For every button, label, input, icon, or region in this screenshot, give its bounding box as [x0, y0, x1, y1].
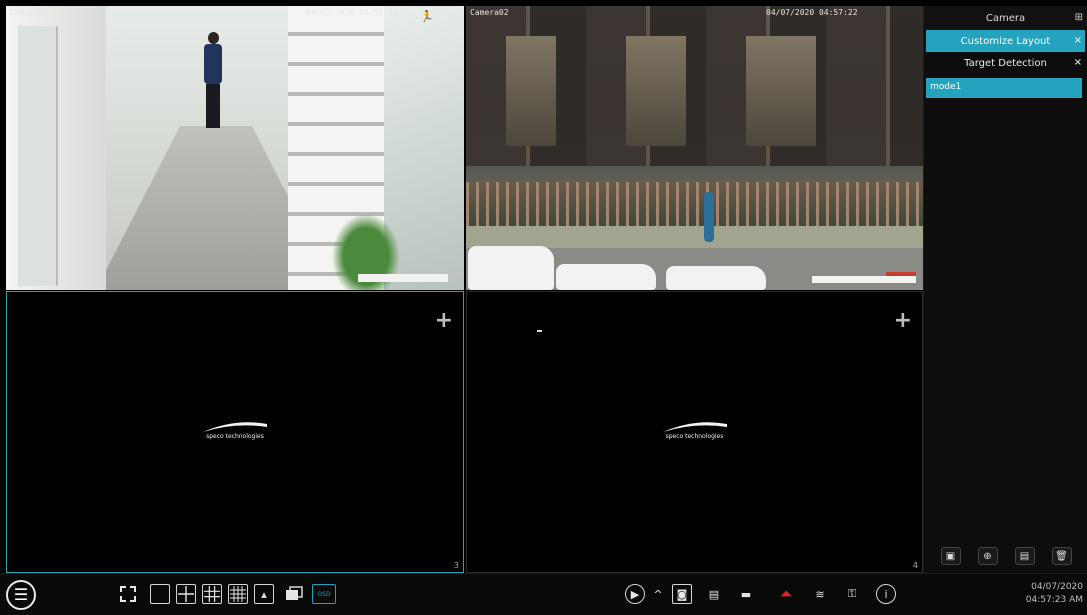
nine-layout-icon[interactable]: [202, 584, 222, 604]
add-icon[interactable]: ⊕: [977, 547, 998, 565]
layout-list: mode1: [926, 78, 1085, 98]
side-panel: Camera ⊞ Customize Layout × Target Detec…: [923, 6, 1087, 573]
disk-icon[interactable]: ≋: [810, 584, 830, 604]
network-icon[interactable]: ⚿: [842, 584, 862, 604]
add-camera-button[interactable]: +: [894, 310, 912, 332]
menu-icon[interactable]: ☰: [6, 580, 36, 610]
bottom-toolbar: ☰ ▴ OSD ▶ ^ ◙ ▤ ▬ ⏶ ≋ ⚿ i 04/07/2020 04:…: [0, 573, 1087, 615]
speco-logo: speco technologies: [195, 418, 275, 446]
fullscreen-icon[interactable]: [118, 584, 138, 604]
record-icon[interactable]: ▤: [704, 584, 724, 604]
target-detection-tab[interactable]: Target Detection ×: [926, 52, 1085, 74]
layout-icon[interactable]: ▤: [1014, 547, 1035, 565]
logo-text: speco technologies: [206, 433, 264, 440]
camera-tile-4[interactable]: + speco technologies 4: [466, 291, 923, 573]
camera-feed-1: 🏃: [6, 6, 464, 290]
single-layout-icon[interactable]: [150, 584, 170, 604]
info-icon[interactable]: i: [876, 584, 896, 604]
camera-timestamp: 04/07/2020 04:57:22: [766, 8, 858, 17]
close-icon[interactable]: ×: [1074, 57, 1082, 68]
customize-layout-tab[interactable]: Customize Layout ×: [926, 30, 1085, 52]
save-icon[interactable]: ▣: [940, 547, 961, 565]
clock: 04/07/2020 04:57:23 AM: [1026, 581, 1083, 607]
camera-tile-3[interactable]: + speco technologies 3: [6, 291, 464, 573]
quad-layout-icon[interactable]: [176, 584, 196, 604]
pin-icon[interactable]: ⊞: [1075, 12, 1083, 23]
tile-number: 3: [453, 561, 459, 570]
osd-button[interactable]: OSD: [312, 584, 336, 604]
close-icon[interactable]: ×: [1074, 35, 1082, 46]
chevron-up-icon[interactable]: ^: [648, 584, 668, 604]
delete-icon[interactable]: 🗑: [1051, 547, 1072, 565]
camera-feed-2: [466, 6, 923, 290]
panel-header[interactable]: Camera ⊞: [924, 6, 1087, 30]
layout-item[interactable]: mode1: [926, 78, 1082, 98]
camera-icon[interactable]: ▬: [736, 584, 756, 604]
sixteen-layout-icon[interactable]: [228, 584, 248, 604]
target-detection-label: Target Detection: [964, 57, 1047, 69]
playback-icon[interactable]: ▶: [625, 584, 645, 604]
clock-time: 04:57:23 AM: [1025, 595, 1083, 605]
logo-text: speco technologies: [665, 433, 724, 440]
tile-number: 4: [912, 561, 918, 570]
alarm-icon[interactable]: ⏶: [776, 584, 796, 604]
cursor-mark: [537, 330, 542, 332]
motion-alert-icon: 🏃: [420, 10, 434, 23]
add-camera-button[interactable]: +: [435, 310, 453, 332]
customize-layout-label: Customize Layout: [960, 35, 1051, 47]
panel-title: Camera: [985, 12, 1026, 24]
camera-tile-2[interactable]: Camera02 04/07/2020 04:57:22: [466, 6, 923, 290]
speco-logo: speco technologies: [655, 418, 735, 446]
camera-timestamp: 04/07/2020 04:57:22: [306, 8, 398, 17]
camera-tile-1[interactable]: 🏃 Camera01 04/07/2020 04:57:22: [6, 6, 464, 290]
layout-more-icon[interactable]: [284, 584, 304, 604]
clock-date: 04/07/2020: [1031, 582, 1083, 592]
camera-label: Camera01: [10, 8, 49, 17]
camera-label: Camera02: [470, 8, 509, 17]
sequence-icon[interactable]: ▴: [254, 584, 274, 604]
panel-toolbar: ▣ ⊕ ▤ 🗑: [924, 547, 1087, 567]
snapshot-icon[interactable]: ◙: [672, 584, 692, 604]
video-grid: 🏃 Camera01 04/07/2020 04:57:22 Camera02 …: [6, 6, 923, 573]
